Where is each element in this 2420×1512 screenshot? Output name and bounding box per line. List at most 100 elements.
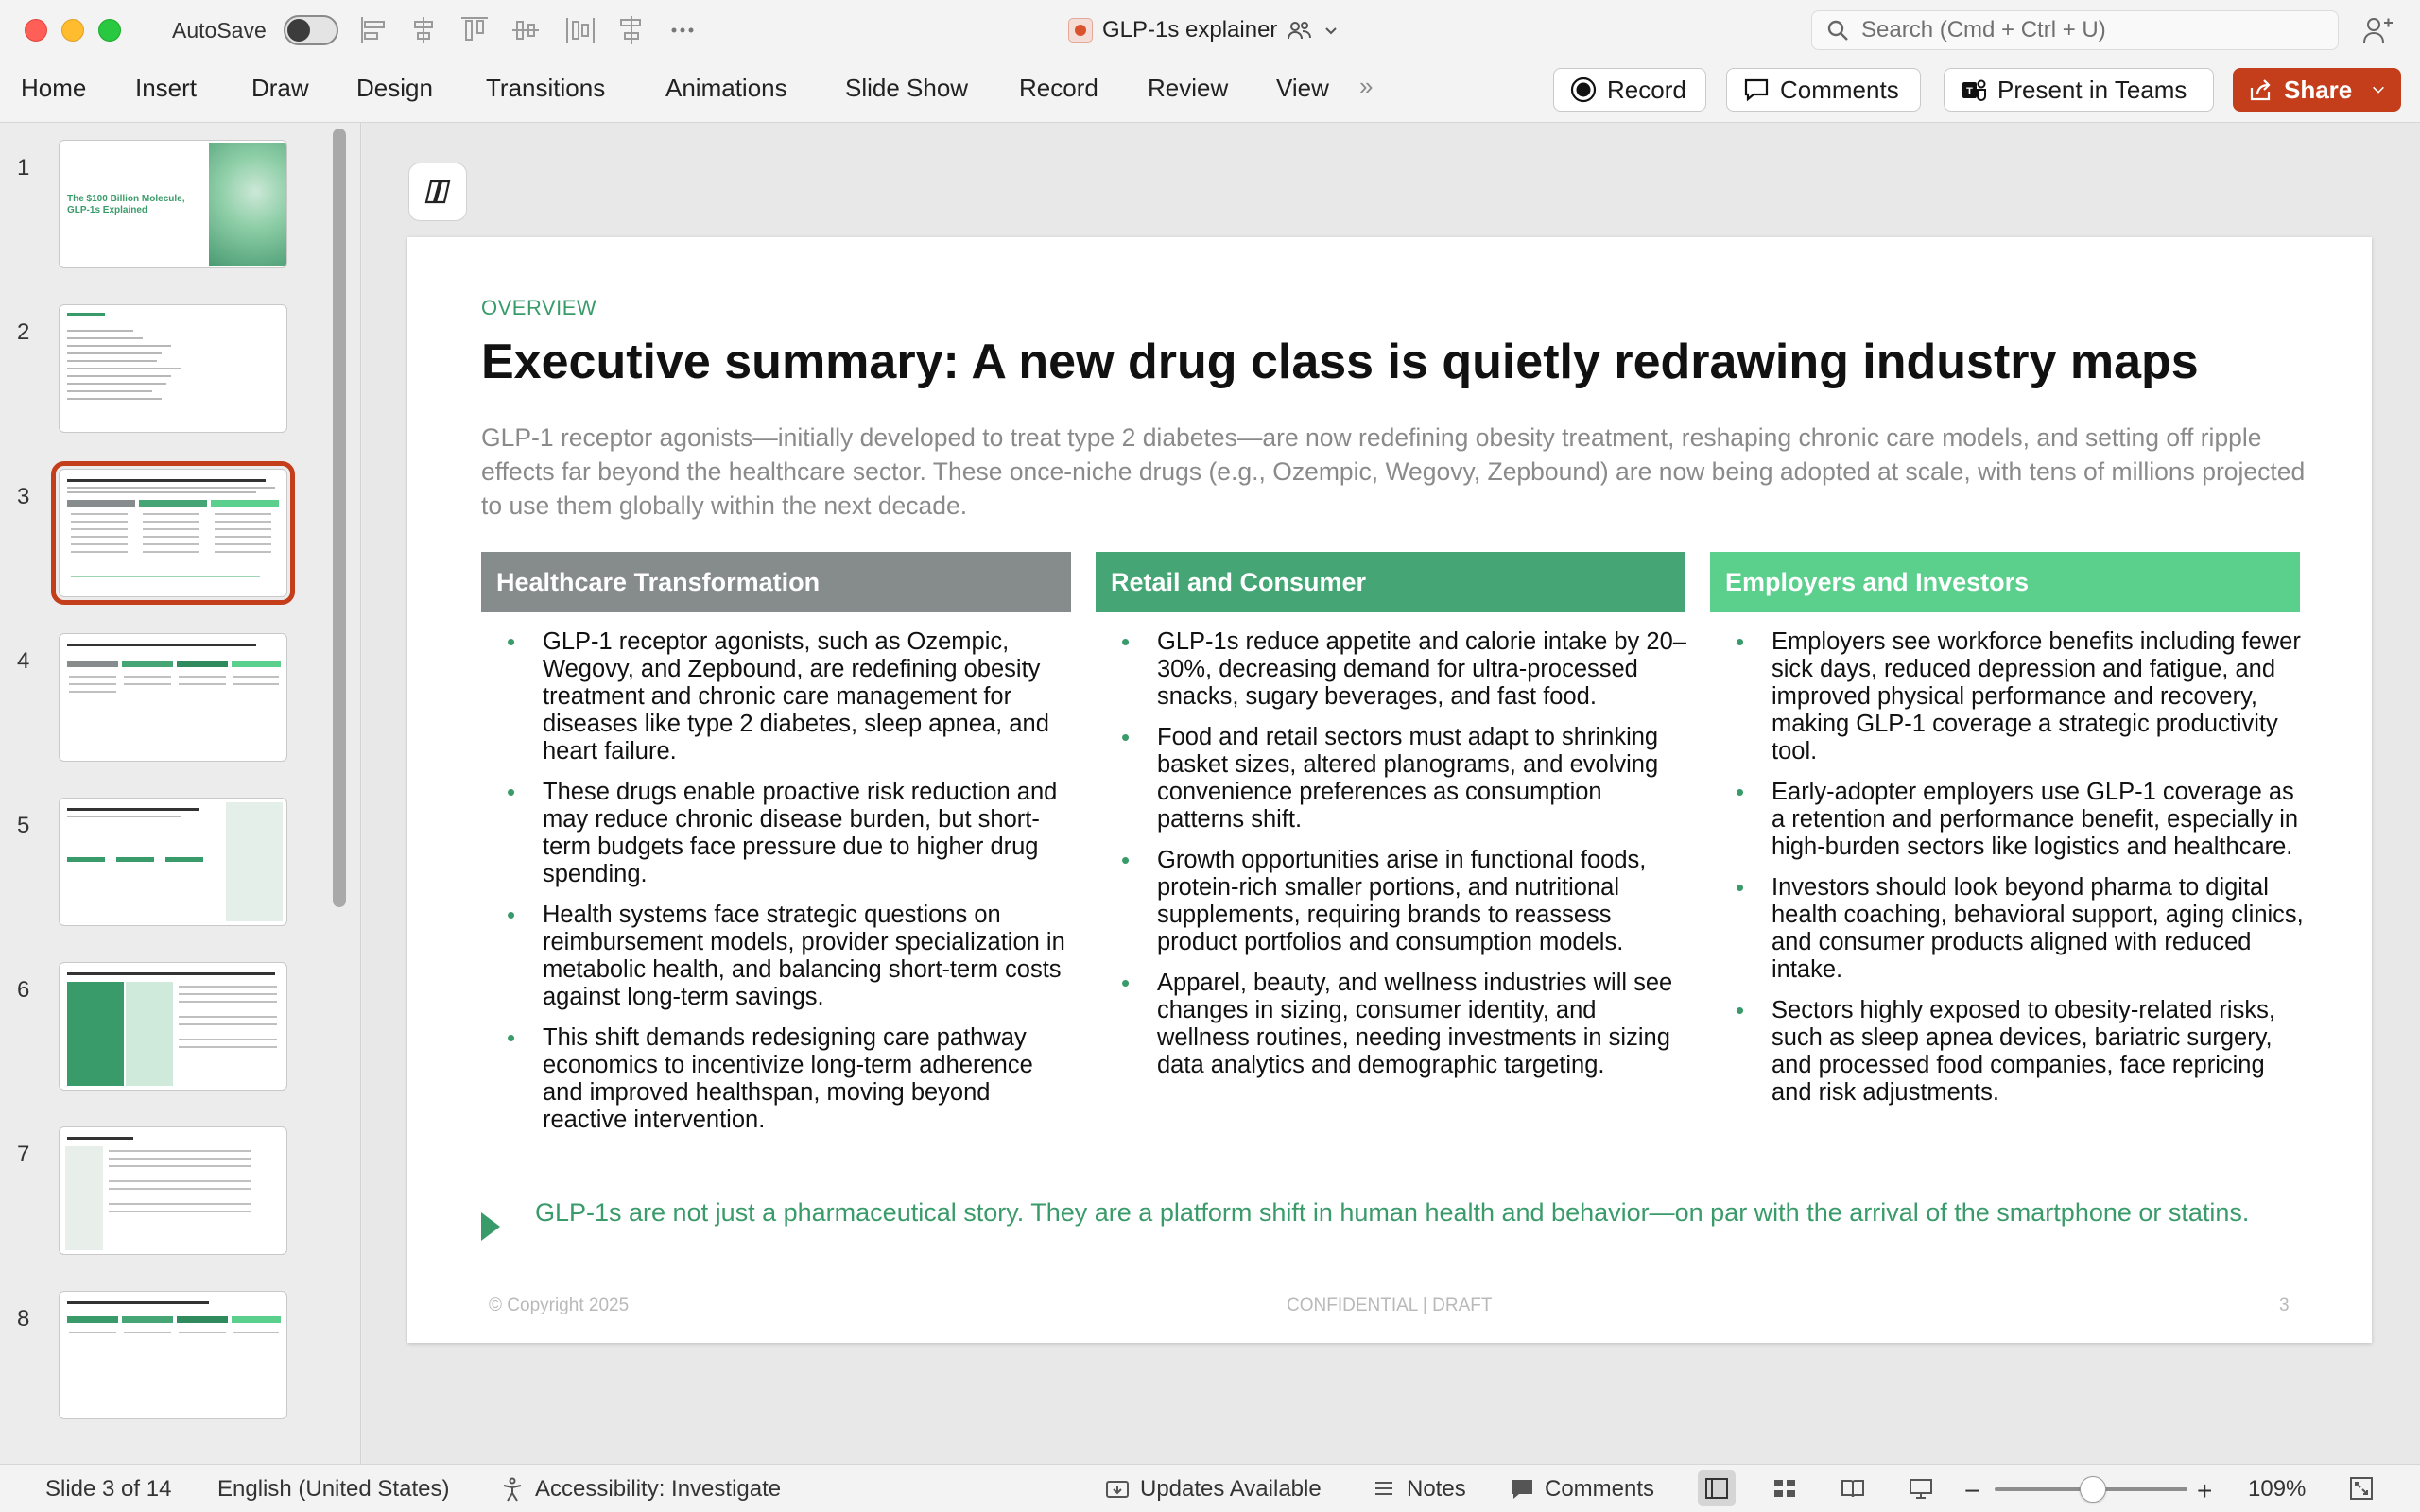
- teams-icon: T: [1962, 79, 1986, 101]
- accessibility-button[interactable]: Accessibility: Investigate: [499, 1476, 781, 1503]
- title-bar: AutoSave GLP-1s explainer Search (Cmd + …: [0, 0, 2420, 60]
- thumbnail-row[interactable]: 5: [0, 798, 340, 930]
- bullet-item: Sectors highly exposed to obesity-relate…: [1736, 997, 2307, 1107]
- thumbnail-line: [179, 1001, 277, 1003]
- zoom-out-button[interactable]: −: [1964, 1476, 1979, 1506]
- tab-insert[interactable]: Insert: [135, 74, 197, 103]
- align-left-icon[interactable]: [357, 13, 391, 47]
- thumbnail-line: [67, 487, 275, 489]
- thumbnail-line: [69, 1332, 116, 1333]
- slide-thumbnail-1[interactable]: The $100 Billion Molecule, GLP-1s Explai…: [59, 140, 287, 268]
- search-placeholder: Search (Cmd + Ctrl + U): [1861, 17, 2106, 43]
- thumbnail-line: [143, 543, 199, 545]
- tab-view[interactable]: View: [1276, 74, 1329, 103]
- thumbnail-scrollbar[interactable]: [333, 129, 346, 907]
- more-tabs-chevron-icon[interactable]: »: [1359, 72, 1373, 101]
- tab-design[interactable]: Design: [356, 74, 433, 103]
- reading-view-button[interactable]: [1834, 1470, 1872, 1506]
- tab-animations[interactable]: Animations: [666, 74, 787, 103]
- slide-thumbnail-8[interactable]: [59, 1291, 287, 1419]
- slide-eyebrow: OVERVIEW: [481, 296, 597, 319]
- thumbnail-line: [179, 1046, 277, 1048]
- thumbnail-line: [67, 330, 133, 332]
- thumbnail-row[interactable]: 8: [0, 1291, 340, 1423]
- slide-thumbnail-3[interactable]: [51, 461, 295, 605]
- normal-view-button[interactable]: [1698, 1470, 1736, 1506]
- zoom-slider-handle[interactable]: [2080, 1476, 2106, 1503]
- share-button[interactable]: Share: [2233, 68, 2401, 112]
- thumbnail-band: [139, 500, 207, 507]
- distribute-horizontal-icon[interactable]: [563, 13, 597, 47]
- slide-thumbnail-2[interactable]: [59, 304, 287, 433]
- slide-title: Executive summary: A new drug class is q…: [481, 335, 2199, 389]
- distribute-vertical-icon[interactable]: [614, 13, 648, 47]
- tab-home[interactable]: Home: [21, 74, 86, 103]
- thumbnail-line: [179, 683, 226, 685]
- thumbnail-band: [67, 857, 105, 862]
- update-icon: [1106, 1481, 1129, 1498]
- autosave-toggle[interactable]: [284, 15, 338, 45]
- record-button[interactable]: Record: [1553, 68, 1706, 112]
- toggle-knob: [287, 19, 310, 42]
- notes-button[interactable]: Notes: [1371, 1476, 1466, 1503]
- thumbnail-row[interactable]: 4: [0, 633, 340, 765]
- present-in-teams-button[interactable]: T Present in Teams: [1944, 68, 2214, 112]
- zoom-level[interactable]: 109%: [2248, 1476, 2306, 1503]
- tab-review[interactable]: Review: [1148, 74, 1228, 103]
- document-title: GLP-1s explainer: [1102, 17, 1278, 43]
- thumbnail-line: [179, 993, 277, 995]
- align-center-icon[interactable]: [406, 13, 441, 47]
- slideshow-icon: [1910, 1479, 1932, 1499]
- document-title-menu[interactable]: GLP-1s explainer: [1068, 13, 1340, 47]
- tab-transitions[interactable]: Transitions: [486, 74, 605, 103]
- align-middle-icon[interactable]: [509, 13, 543, 47]
- slide-thumbnail-5[interactable]: [59, 798, 287, 926]
- fit-to-window-button[interactable]: [2342, 1470, 2380, 1506]
- zoom-window-button[interactable]: [98, 19, 121, 42]
- shared-people-icon: [1288, 22, 1312, 40]
- thumbnail-line: [179, 986, 277, 988]
- thumbnail-line: [71, 513, 128, 515]
- thumbnail-title-bar: [67, 808, 199, 811]
- slide[interactable]: OVERVIEW Executive summary: A new drug c…: [407, 237, 2372, 1343]
- thumbnail-line: [143, 521, 199, 523]
- share-people-icon[interactable]: [2361, 13, 2395, 47]
- copilot-button[interactable]: [408, 163, 467, 221]
- thumbnail-row[interactable]: 3: [0, 461, 340, 605]
- align-top-icon[interactable]: [458, 13, 492, 47]
- thumbnail-row[interactable]: 6: [0, 962, 340, 1094]
- thumbnail-line: [69, 676, 116, 678]
- thumbnail-band: [67, 1316, 118, 1323]
- more-options-icon[interactable]: [666, 13, 700, 47]
- thumbnail-row[interactable]: 7: [0, 1126, 340, 1259]
- minimize-window-button[interactable]: [61, 19, 84, 42]
- close-window-button[interactable]: [25, 19, 47, 42]
- thumbnail-line: [215, 521, 271, 523]
- bullet-item: Investors should look beyond pharma to d…: [1736, 874, 2307, 984]
- slideshow-view-button[interactable]: [1902, 1470, 1940, 1506]
- thumbnail-line: [109, 1150, 251, 1152]
- slide-thumbnail-4[interactable]: [59, 633, 287, 762]
- slide-number: 1: [17, 155, 30, 180]
- thumbnail-row[interactable]: 1 The $100 Billion Molecule, GLP-1s Expl…: [0, 140, 340, 272]
- comments-status-button[interactable]: Comments: [1509, 1476, 1654, 1503]
- comment-icon: [1512, 1480, 1532, 1499]
- tab-draw[interactable]: Draw: [251, 74, 309, 103]
- slide-thumbnail-6[interactable]: [59, 962, 287, 1091]
- slide-thumbnail-7[interactable]: [59, 1126, 287, 1255]
- zoom-in-button[interactable]: +: [2197, 1476, 2212, 1506]
- bullet-item: These drugs enable proactive risk reduct…: [507, 779, 1078, 888]
- slide-thumbnail-pane[interactable]: 1 The $100 Billion Molecule, GLP-1s Expl…: [0, 123, 361, 1464]
- updates-available-button[interactable]: Updates Available: [1104, 1476, 1322, 1503]
- thumbnail-line: [71, 521, 128, 523]
- tab-record[interactable]: Record: [1019, 74, 1098, 103]
- autosave-label: AutoSave: [172, 18, 267, 43]
- thumbnail-line: [143, 528, 199, 530]
- search-input[interactable]: Search (Cmd + Ctrl + U): [1811, 10, 2339, 50]
- footer-page-number: 3: [2279, 1296, 2290, 1315]
- slide-sorter-button[interactable]: [1766, 1470, 1804, 1506]
- comments-button[interactable]: Comments: [1726, 68, 1921, 112]
- tab-slide-show[interactable]: Slide Show: [845, 74, 968, 103]
- thumbnail-row[interactable]: 2: [0, 304, 340, 437]
- language-indicator[interactable]: English (United States): [217, 1476, 449, 1503]
